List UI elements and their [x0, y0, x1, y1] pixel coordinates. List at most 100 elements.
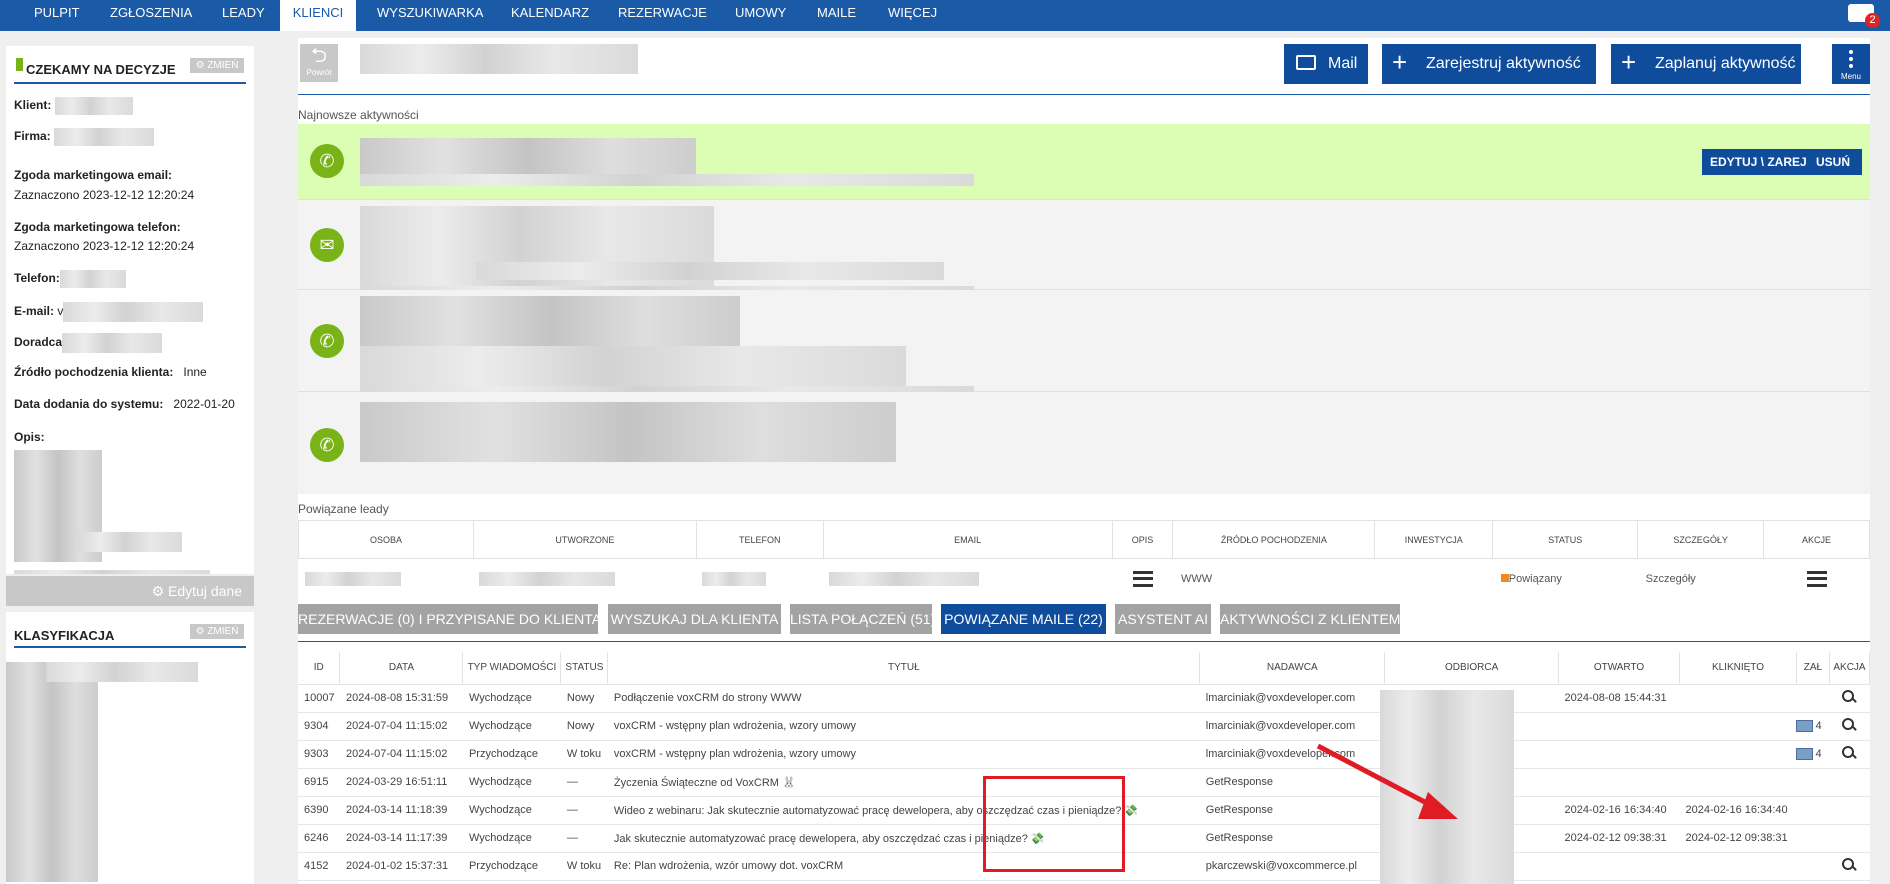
- phone-icon: ✆: [310, 144, 344, 178]
- source-field: Źródło pochodzenia klienta: Inne: [14, 365, 207, 379]
- col-telefon[interactable]: TELEFON: [695, 520, 824, 559]
- back-button[interactable]: ⮌ Powrót: [300, 44, 338, 82]
- plus-icon: +: [1621, 47, 1637, 77]
- mail-action[interactable]: [1829, 824, 1870, 853]
- col-id[interactable]: ID: [298, 652, 341, 685]
- nav-item-rezerwacje[interactable]: REZERWACJE: [618, 0, 707, 31]
- col-odbiorca[interactable]: ODBIORCA: [1384, 652, 1560, 685]
- edit-data-button[interactable]: ⚙ Edytuj dane: [6, 576, 254, 606]
- nav-item-leady[interactable]: LEADY: [222, 0, 265, 31]
- notifications-button[interactable]: 2: [1848, 2, 1880, 28]
- status-dot: [1500, 573, 1509, 582]
- mail-button[interactable]: Mail: [1284, 44, 1368, 84]
- nav-item-wiecej[interactable]: WIĘCEJ: [888, 0, 937, 31]
- classification-redacted-2: [46, 662, 198, 682]
- mail-type: Wychodzące: [462, 796, 561, 825]
- nav-item-klienci[interactable]: KLIENCI: [280, 0, 356, 31]
- col-status[interactable]: STATUS: [560, 652, 609, 685]
- mail-action[interactable]: [1829, 796, 1870, 825]
- tab-asystent-ai[interactable]: ASYSTENT AI: [1115, 604, 1211, 634]
- mail-clicked: [1679, 852, 1797, 881]
- tab-rezerwacje[interactable]: REZERWACJE (0) I PRZYPISANE DO KLIENTA: [298, 604, 601, 634]
- company-value-redacted: [54, 128, 155, 146]
- mail-action[interactable]: [1829, 684, 1870, 713]
- tab-powiazane-maile[interactable]: POWIĄZANE MAILE (22): [941, 604, 1106, 634]
- mail-clicked: [1679, 712, 1797, 741]
- description-menu-icon[interactable]: [1132, 570, 1153, 587]
- mail-action[interactable]: [1829, 712, 1870, 741]
- col-status[interactable]: STATUS: [1492, 520, 1639, 559]
- col-akcja[interactable]: AKCJA: [1829, 652, 1871, 685]
- attachment-icon[interactable]: [1796, 720, 1814, 733]
- mail-status: W toku: [560, 852, 608, 881]
- tab-divider: [298, 641, 1870, 642]
- change-status-button[interactable]: ⚙ ZMIEŃ: [190, 58, 244, 73]
- mail-clicked: [1679, 768, 1797, 797]
- change-classification-button[interactable]: ⚙ ZMIEŃ: [190, 624, 244, 639]
- mails-header-row: ID DATA TYP WIADOMOŚCI STATUS TYTUŁ NADA…: [298, 652, 1871, 685]
- col-typ[interactable]: TYP WIADOMOŚCI: [462, 652, 562, 685]
- mail-action[interactable]: [1829, 740, 1870, 769]
- envelope-icon: ✉: [310, 228, 344, 262]
- col-akcje[interactable]: AKCJE: [1763, 520, 1870, 559]
- col-utworzone[interactable]: UTWORZONE: [472, 520, 697, 559]
- leads-title: Powiązane leady: [298, 502, 389, 516]
- mail-date: 2024-08-08 15:31:59: [339, 684, 463, 713]
- col-nadawca[interactable]: NADAWCA: [1199, 652, 1386, 685]
- actions-menu-icon[interactable]: [1806, 570, 1827, 587]
- plus-icon: +: [1392, 47, 1408, 77]
- table-row[interactable]: 10007 2024-08-08 15:31:59 Wychodzące Nowy Po…: [298, 684, 1870, 713]
- col-zal[interactable]: ZAŁ: [1796, 652, 1830, 685]
- kebab-menu-icon: [1849, 50, 1853, 54]
- mail-opened: [1558, 768, 1680, 797]
- divider: [14, 646, 246, 648]
- tab-lista-polaczen[interactable]: LISTA POŁĄCZEŃ (51): [790, 604, 935, 634]
- mail-action[interactable]: [1829, 852, 1870, 881]
- person-redacted: [304, 571, 401, 586]
- col-opis[interactable]: OPIS: [1111, 520, 1174, 559]
- search-icon[interactable]: [1841, 689, 1857, 705]
- lead-details-link[interactable]: Szczegóły: [1638, 559, 1764, 599]
- col-kliknieto[interactable]: KLIKNIĘTO: [1679, 652, 1797, 685]
- col-osoba[interactable]: OSOBA: [298, 520, 474, 559]
- col-otwarto[interactable]: OTWARTO: [1558, 652, 1680, 685]
- table-row: WWW Powiązany Szczegóły: [299, 559, 1870, 599]
- mail-date: 2024-03-14 11:17:39: [339, 824, 463, 853]
- description-redacted-2: [78, 532, 182, 552]
- header-divider: [298, 94, 1870, 95]
- col-zrodlo[interactable]: ŹRÓDŁO POCHODZENIA: [1172, 520, 1376, 559]
- nav-item-wyszukiwarka[interactable]: WYSZUKIWARKA: [377, 0, 483, 31]
- activity-item: ✆: [298, 290, 1870, 396]
- delete-button[interactable]: USUŃ: [1806, 149, 1860, 175]
- register-activity-button[interactable]: + Zarejestruj aktywność: [1382, 44, 1596, 84]
- mail-action[interactable]: [1829, 768, 1870, 797]
- divider: [14, 82, 246, 84]
- leads-table: OSOBA UTWORZONE TELEFON EMAIL OPIS ŹRÓDŁ…: [298, 520, 1870, 599]
- nav-item-pulpit[interactable]: PULPIT: [34, 0, 80, 31]
- col-tytul[interactable]: TYTUŁ: [607, 652, 1201, 685]
- nav-item-zgloszenia[interactable]: ZGŁOSZENIA: [110, 0, 192, 31]
- annotation-arrow: [1316, 743, 1458, 819]
- activity-text-redacted-2: [360, 346, 906, 390]
- col-szczegoly[interactable]: SZCZEGÓŁY: [1637, 520, 1765, 559]
- tab-wyszukaj[interactable]: WYSZUKAJ DLA KLIENTA: [608, 604, 781, 634]
- mail-opened: [1558, 712, 1680, 741]
- menu-button[interactable]: Menu: [1832, 44, 1870, 84]
- mail-type: Przychodzące: [462, 852, 561, 881]
- notification-badge: 2: [1865, 13, 1880, 28]
- mail-opened: [1558, 852, 1680, 881]
- col-email[interactable]: EMAIL: [822, 520, 1113, 559]
- description-redacted-3: [14, 570, 210, 574]
- attachment-icon[interactable]: [1796, 748, 1814, 761]
- col-inwestycja[interactable]: INWESTYCJA: [1374, 520, 1494, 559]
- search-icon[interactable]: [1841, 745, 1857, 761]
- nav-item-umowy[interactable]: UMOWY: [735, 0, 786, 31]
- tab-aktywnosci[interactable]: AKTYWNOŚCI Z KLIENTEM: [1220, 604, 1400, 634]
- table-row[interactable]: 9304 2024-07-04 11:15:02 Wychodzące Nowy vox…: [298, 712, 1870, 741]
- col-data[interactable]: DATA: [339, 652, 464, 685]
- nav-item-kalendarz[interactable]: KALENDARZ: [511, 0, 589, 31]
- plan-activity-button[interactable]: + Zaplanuj aktywność: [1611, 44, 1801, 84]
- nav-item-maile[interactable]: MAILE: [817, 0, 856, 31]
- search-icon[interactable]: [1841, 857, 1857, 873]
- search-icon[interactable]: [1841, 717, 1857, 733]
